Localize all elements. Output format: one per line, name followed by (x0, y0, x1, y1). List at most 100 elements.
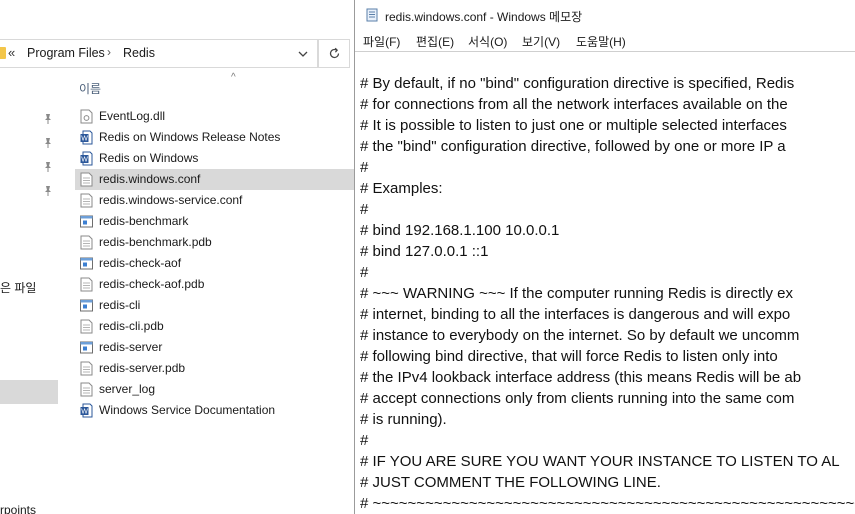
file-row[interactable]: redis-cli (75, 295, 360, 316)
address-bar[interactable]: « Program Files › Redis (0, 39, 318, 68)
text-line: # (360, 159, 369, 176)
file-row[interactable]: W Windows Service Documentation (75, 400, 360, 421)
menu-bar: 파일(F) 편집(E) 서식(O) 보기(V) 도움말(H) (355, 30, 855, 51)
file-name: redis-benchmark.pdb (99, 235, 212, 249)
text-file-icon (80, 277, 93, 292)
refresh-button[interactable] (318, 39, 350, 68)
pin-icon[interactable] (43, 185, 53, 197)
pin-icon[interactable] (43, 113, 53, 125)
file-row[interactable]: redis.windows.conf (75, 169, 360, 190)
text-line: # (360, 201, 369, 218)
text-line: # bind 127.0.0.1 ::1 (360, 243, 489, 260)
file-name: Redis on Windows (99, 151, 199, 165)
text-line: # Examples: (360, 180, 443, 197)
breadcrumb-overflow-chevron[interactable]: « (8, 45, 15, 60)
text-line: # JUST COMMENT THE FOLLOWING LINE. (360, 474, 661, 491)
file-name: EventLog.dll (99, 109, 166, 123)
text-line: # (360, 432, 369, 449)
file-explorer-window: « Program Files › Redis 은 파일 rpoints 이름 … (0, 0, 360, 514)
window-title: redis.windows.conf - Windows 메모장 (385, 10, 583, 24)
chevron-down-icon[interactable] (297, 48, 309, 60)
text-line: # is running). (360, 411, 447, 428)
word-doc-icon: W (80, 130, 93, 145)
file-row[interactable]: W Redis on Windows Release Notes (75, 127, 360, 148)
svg-text:W: W (81, 409, 88, 416)
text-line: # for connections from all the network i… (360, 96, 788, 113)
notepad-title-bar[interactable]: redis.windows.conf - Windows 메모장 (355, 0, 855, 30)
text-line: # bind 192.168.1.100 10.0.0.1 (360, 222, 560, 239)
text-line: # the "bind" configuration directive, fo… (360, 138, 786, 155)
notepad-window: redis.windows.conf - Windows 메모장 파일(F) 편… (354, 0, 855, 514)
executable-icon (80, 341, 93, 354)
file-name: redis-server.pdb (99, 361, 186, 375)
file-name: redis-cli.pdb (99, 319, 164, 333)
text-line: # (360, 264, 369, 281)
text-file-icon (80, 382, 93, 397)
word-doc-icon: W (80, 151, 93, 166)
text-file-icon (80, 193, 93, 208)
word-doc-icon: W (80, 403, 93, 418)
executable-icon (80, 215, 93, 228)
text-file-icon (80, 361, 93, 376)
text-line: # By default, if no "bind" configuration… (360, 75, 795, 92)
executable-icon (80, 257, 93, 270)
nav-item-recent-files[interactable]: 은 파일 (0, 279, 36, 296)
file-name: Redis on Windows Release Notes (99, 130, 281, 144)
notepad-icon (366, 8, 378, 22)
file-name: redis-server (99, 340, 163, 354)
text-line: # following bind directive, that will fo… (360, 348, 778, 365)
text-file-icon (80, 319, 93, 334)
menu-edit[interactable]: 편집(E) (416, 33, 454, 50)
file-name: redis.windows-service.conf (99, 193, 243, 207)
file-row[interactable]: redis-cli.pdb (75, 316, 360, 337)
file-row[interactable]: redis-check-aof (75, 253, 360, 274)
file-list: EventLog.dll W Redis on Windows Release No… (75, 106, 360, 421)
text-line: # accept connections only from clients r… (360, 390, 795, 407)
file-name: server_log (99, 382, 156, 396)
text-line: # IF YOU ARE SURE YOU WANT YOUR INSTANCE… (360, 453, 840, 470)
pin-icon[interactable] (43, 137, 53, 149)
text-line: # the IPv4 lookback interface address (t… (360, 369, 802, 386)
file-row[interactable]: server_log (75, 379, 360, 400)
file-row[interactable]: redis-server (75, 337, 360, 358)
nav-item-partial[interactable]: rpoints (0, 503, 36, 514)
text-line: # instance to everybody on the internet.… (360, 327, 800, 344)
breadcrumb-program-files[interactable]: Program Files (27, 46, 105, 60)
file-row[interactable]: redis-benchmark (75, 211, 360, 232)
file-row[interactable]: W Redis on Windows (75, 148, 360, 169)
file-name: redis-check-aof.pdb (99, 277, 205, 291)
file-name: redis-check-aof (99, 256, 182, 270)
file-row[interactable]: redis-check-aof.pdb (75, 274, 360, 295)
refresh-icon (329, 47, 340, 59)
text-content: # By default, if no "bind" configuration… (360, 73, 855, 514)
menu-help[interactable]: 도움말(H) (576, 33, 626, 50)
sort-ascending-icon: ^ (231, 72, 236, 83)
text-file-icon (80, 235, 93, 250)
text-line: # It is possible to listen to just one o… (360, 117, 787, 134)
text-editor-area[interactable]: # By default, if no "bind" configuration… (355, 51, 855, 514)
dll-file-icon (80, 109, 93, 124)
folder-icon (0, 47, 6, 59)
nav-item-selected[interactable] (0, 380, 58, 404)
breadcrumb-redis[interactable]: Redis (123, 46, 155, 60)
breadcrumb-separator-icon[interactable]: › (107, 45, 111, 59)
text-line: # ~~~~~~~~~~~~~~~~~~~~~~~~~~~~~~~~~~~~~~… (360, 495, 855, 512)
text-line: # internet, binding to all the interface… (360, 306, 791, 323)
menu-format[interactable]: 서식(O) (468, 33, 507, 50)
column-header-name[interactable]: 이름 (79, 80, 101, 97)
file-row[interactable]: redis.windows-service.conf (75, 190, 360, 211)
text-line: # ~~~ WARNING ~~~ If the computer runnin… (360, 285, 793, 302)
pin-icon[interactable] (43, 161, 53, 173)
file-row[interactable]: redis-benchmark.pdb (75, 232, 360, 253)
file-name: redis-cli (99, 298, 141, 312)
file-row[interactable]: EventLog.dll (75, 106, 360, 127)
svg-text:W: W (81, 157, 88, 164)
file-row[interactable]: redis-server.pdb (75, 358, 360, 379)
file-name: Windows Service Documentation (99, 403, 276, 417)
menu-file[interactable]: 파일(F) (363, 33, 400, 50)
menu-view[interactable]: 보기(V) (522, 33, 560, 50)
explorer-title-bar (0, 0, 360, 34)
executable-icon (80, 299, 93, 312)
text-file-icon (80, 172, 93, 187)
file-name: redis-benchmark (99, 214, 189, 228)
